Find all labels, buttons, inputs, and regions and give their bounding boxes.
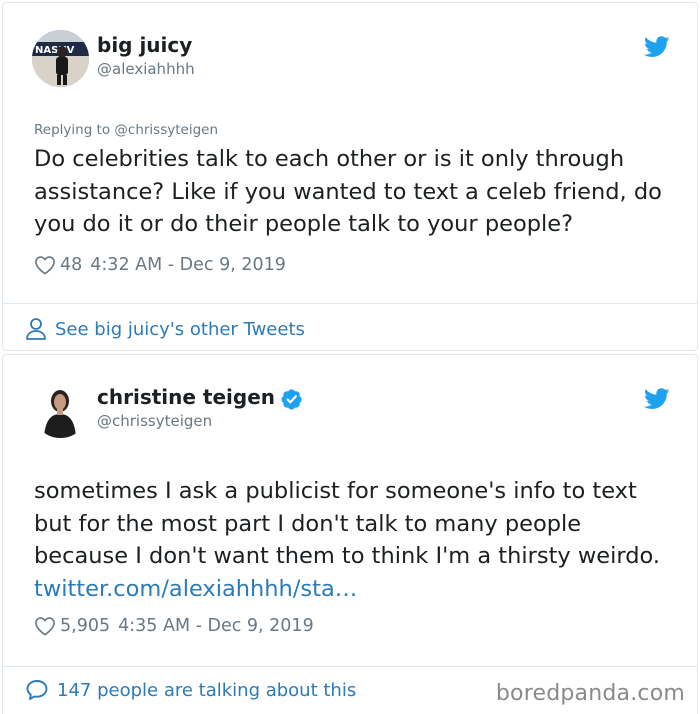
- author-handle[interactable]: @alexiahhhh: [97, 60, 195, 78]
- author-handle[interactable]: @chrissyteigen: [97, 412, 212, 430]
- timestamp[interactable]: 4:35 AM - Dec 9, 2019: [118, 616, 314, 636]
- reply-tweet-card: NASHV big juicy @alexiahhhh Replying to …: [2, 2, 698, 351]
- person-icon: [26, 318, 46, 340]
- author-name[interactable]: christine teigen: [97, 385, 303, 410]
- quoted-tweet-link[interactable]: twitter.com/alexiahhhh/sta…: [34, 576, 357, 602]
- conversation-label[interactable]: 147 people are talking about this: [57, 680, 356, 701]
- big-juicy-avatar[interactable]: NASHV: [32, 30, 89, 87]
- divider: [3, 666, 697, 667]
- boredpanda-watermark: boredpanda.com: [495, 681, 685, 706]
- tweet-text: sometimes I ask a publicist for someone'…: [34, 475, 674, 605]
- author-name[interactable]: big juicy: [97, 33, 192, 57]
- twitter-bird-icon[interactable]: [644, 36, 670, 58]
- like-count[interactable]: 48: [60, 255, 82, 275]
- twitter-bird-icon[interactable]: [644, 388, 670, 410]
- see-other-tweets-label[interactable]: See big juicy's other Tweets: [55, 319, 305, 340]
- tweet-meta: 48 4:32 AM - Dec 9, 2019: [34, 255, 286, 275]
- divider: [3, 303, 697, 304]
- heart-icon[interactable]: [34, 616, 56, 636]
- like-count[interactable]: 5,905: [60, 616, 110, 636]
- main-tweet-card: christine teigen @chrissyteigen sometime…: [2, 354, 698, 714]
- verified-badge-icon: [281, 388, 302, 410]
- tweet-text-body: sometimes I ask a publicist for someone'…: [34, 478, 661, 569]
- conversation-link[interactable]: 147 people are talking about this: [25, 678, 356, 702]
- replying-to[interactable]: Replying to @chrissyteigen: [34, 122, 218, 138]
- avatar-sign-text: NASHV: [35, 45, 75, 56]
- author-name-text[interactable]: christine teigen: [97, 385, 275, 409]
- heart-icon[interactable]: [34, 255, 56, 275]
- timestamp[interactable]: 4:32 AM - Dec 9, 2019: [90, 255, 286, 275]
- tweet-meta: 5,905 4:35 AM - Dec 9, 2019: [34, 616, 314, 636]
- christine-teigen-avatar[interactable]: [32, 381, 89, 438]
- see-other-tweets-link[interactable]: See big juicy's other Tweets: [25, 317, 305, 341]
- tweet-text: Do celebrities talk to each other or is …: [34, 146, 662, 237]
- speech-bubble-icon: [26, 680, 48, 700]
